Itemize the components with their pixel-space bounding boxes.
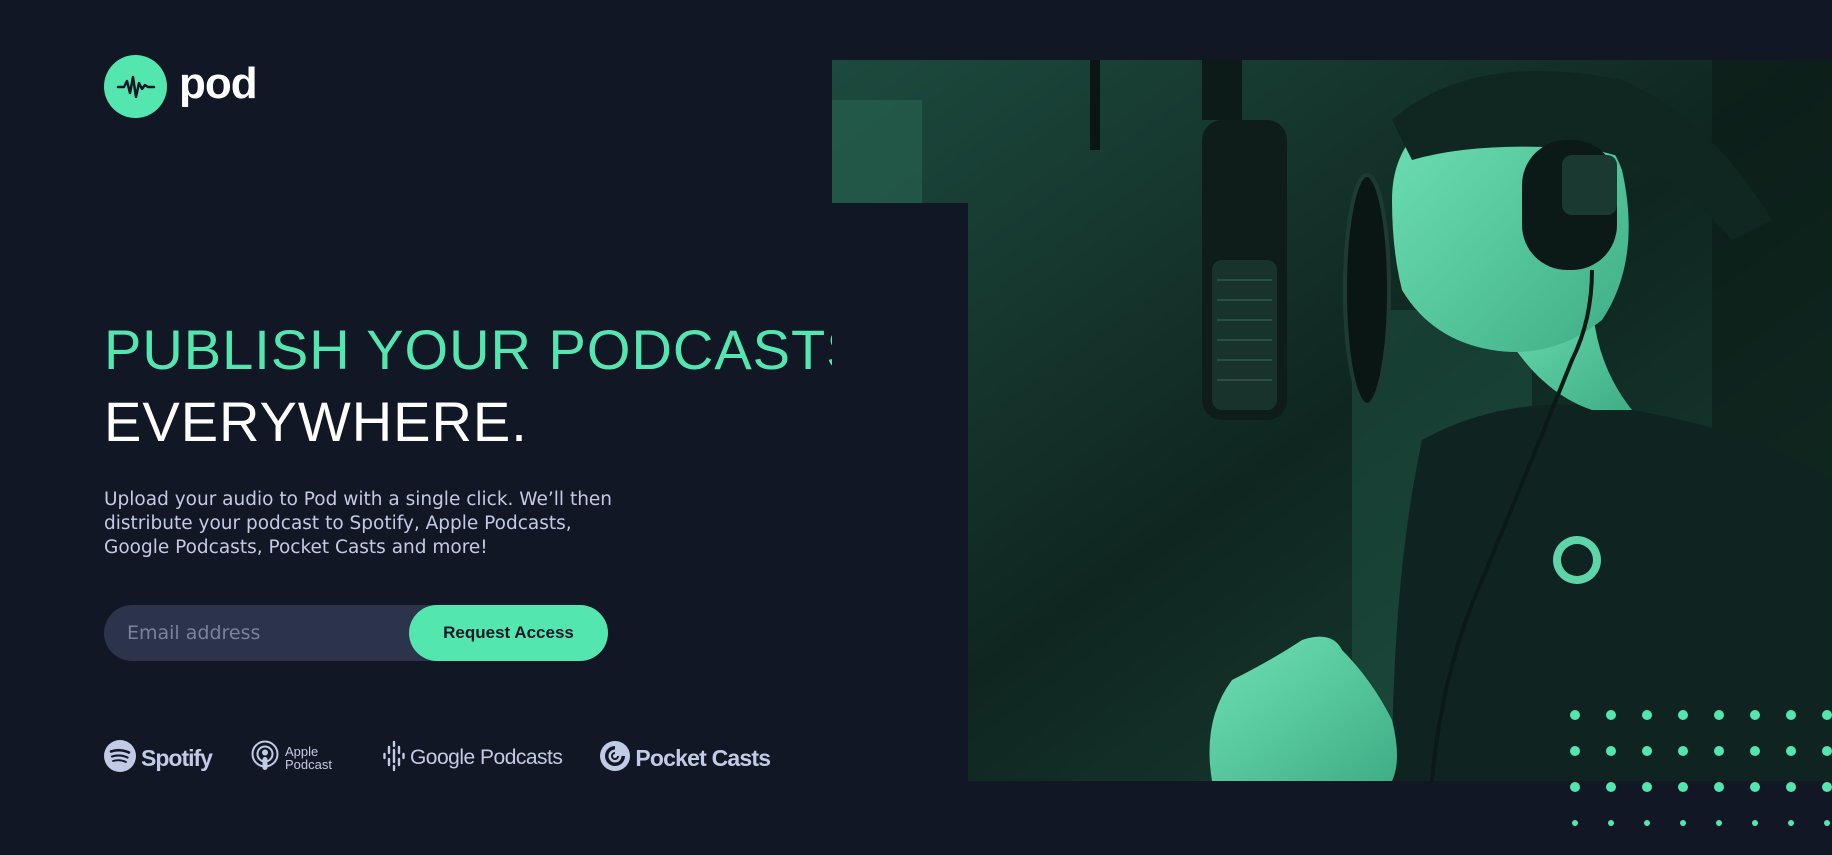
- platform-label: Spotify: [141, 744, 213, 771]
- platform-apple-podcast: Apple Podcast: [250, 740, 345, 776]
- hero-title-line1: PUBLISH YOUR PODCASTS: [104, 318, 865, 381]
- email-input[interactable]: [104, 605, 404, 661]
- platform-logos: Spotify Apple Podcast Google Podcasts Po…: [104, 740, 771, 776]
- hero-description: Upload your audio to Pod with a single c…: [104, 489, 613, 558]
- platform-label: Apple Podcast: [284, 744, 332, 772]
- request-access-button[interactable]: Request Access: [409, 605, 608, 661]
- pocket-casts-icon: [600, 741, 631, 775]
- brand-logo[interactable]: pod: [104, 55, 258, 118]
- brand-name: pod: [179, 58, 258, 108]
- platform-google-podcasts: Google Podcasts: [383, 740, 563, 776]
- signup-form: Request Access: [104, 605, 608, 661]
- dot-pattern: [1570, 706, 1832, 830]
- google-podcasts-icon: [383, 740, 405, 776]
- image-corner-mask: [832, 203, 968, 781]
- waveform-icon: [104, 55, 167, 118]
- hero-title: PUBLISH YOUR PODCASTS EVERYWHERE.: [104, 314, 865, 458]
- hero-title-line2: EVERYWHERE.: [104, 390, 528, 453]
- hero-image: [832, 60, 1832, 781]
- apple-podcast-icon: [250, 740, 280, 776]
- platform-label: Google Podcasts: [409, 746, 563, 769]
- platform-spotify: Spotify: [104, 740, 213, 776]
- platform-pocket-casts: Pocket Casts: [600, 741, 771, 775]
- platform-label: Pocket Casts: [635, 744, 771, 771]
- spotify-icon: [104, 740, 136, 776]
